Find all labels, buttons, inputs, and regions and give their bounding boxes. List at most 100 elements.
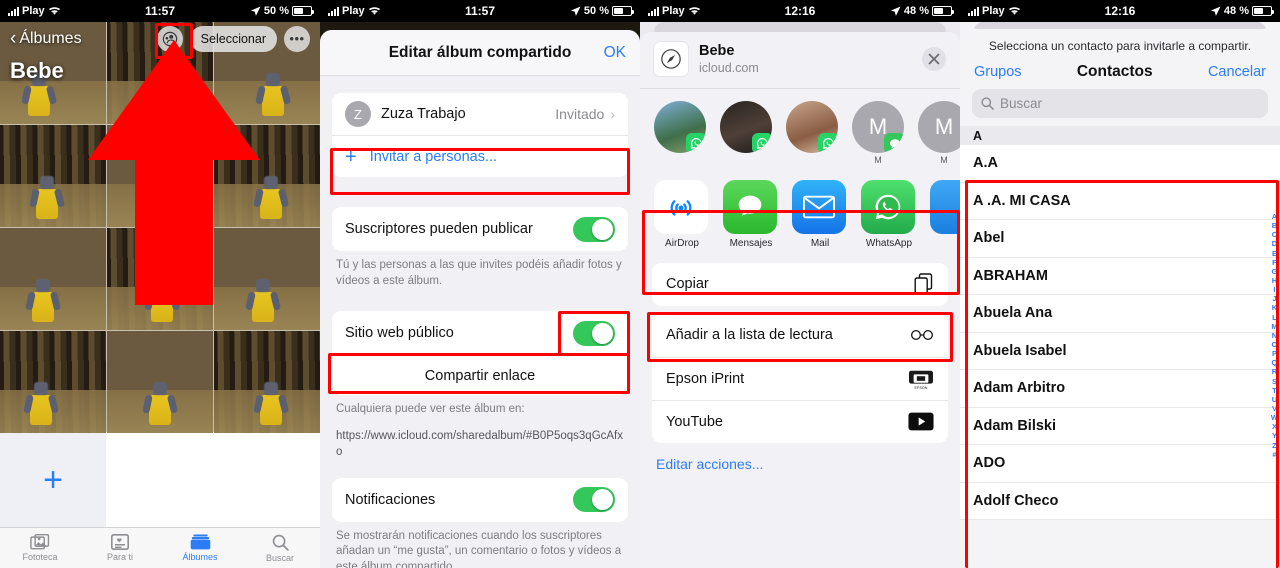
index-letter[interactable]: L [1272,313,1277,322]
index-letter[interactable]: Z [1272,441,1277,450]
more-options-button[interactable]: ••• [284,26,310,52]
index-letter[interactable]: C [1272,230,1277,239]
share-action-lista-lectura[interactable]: Añadir a la lista de lectura [652,314,948,357]
contact-row[interactable]: Adam Arbitro [960,370,1280,408]
person-suggestion[interactable]: M M [852,101,904,166]
index-letter[interactable]: T [1272,386,1277,395]
avatar: M [852,101,904,153]
share-apps-row[interactable]: AirDrop Mensajes Mail WhatsApp [640,172,960,255]
subscribers-can-post-label: Suscriptores pueden publicar [345,221,533,237]
person-suggestion[interactable] [654,101,706,166]
notifications-caption: Se mostrarán notificaciones cuando los s… [336,529,622,568]
public-website-row[interactable]: Sitio web público [332,311,628,356]
index-letter[interactable]: A [1272,212,1277,221]
index-letter[interactable]: E [1272,249,1277,258]
index-letter[interactable]: P [1272,349,1277,358]
index-letter[interactable]: H [1272,276,1277,285]
notifications-row[interactable]: Notificaciones [332,477,628,522]
subscribers-can-post-row[interactable]: Suscriptores pueden publicar [332,207,628,251]
person-suggestion[interactable]: M M [918,101,960,166]
index-letter[interactable]: S [1272,377,1277,386]
share-action-epson-iprint[interactable]: Epson iPrint EPSON [652,356,948,400]
index-letter[interactable]: D [1272,239,1277,248]
contact-row[interactable]: ADO [960,445,1280,483]
suggested-people-row[interactable]: M M M M [640,89,960,172]
tab-bar: Fototeca Para ti Álbumes Buscar [0,527,320,568]
whatsapp-icon [818,133,838,153]
subscribers-can-post-toggle[interactable] [573,216,615,242]
share-action-copiar[interactable]: Copiar [652,263,948,306]
photos-icon [30,534,50,550]
photo-cell[interactable] [107,331,213,433]
index-letter[interactable]: U [1272,395,1277,404]
share-app-mail[interactable]: Mail [792,179,848,249]
contact-row[interactable]: A .A. MI CASA [960,182,1280,220]
photo-cell[interactable] [0,331,106,433]
photo-cell[interactable] [214,331,320,433]
tab-label: Álbumes [182,552,218,562]
share-app-whatsapp[interactable]: WhatsApp [861,179,917,249]
notifications-toggle[interactable] [573,487,615,513]
index-letter[interactable]: X [1272,422,1277,431]
safari-compass-icon [654,42,688,76]
close-button[interactable] [922,47,946,71]
avatar: Z [345,101,371,127]
tab-buscar[interactable]: Buscar [240,528,320,568]
person-suggestion[interactable] [720,101,772,166]
albums-icon [190,534,210,550]
person-suggestion[interactable] [786,101,838,166]
index-letter[interactable]: G [1272,267,1278,276]
add-photos-cell[interactable]: + [0,433,106,527]
index-letter[interactable]: I [1273,285,1275,294]
index-letter[interactable]: J [1272,294,1276,303]
subscribers-group: Z Zuza Trabajo Invitado › + Invitar a pe… [332,93,628,177]
subscriber-row[interactable]: Z Zuza Trabajo Invitado › [332,93,628,135]
share-app-airdrop[interactable]: AirDrop [654,179,710,249]
groups-button[interactable]: Grupos [974,64,1022,80]
tab-para-ti[interactable]: Para ti [80,528,160,568]
index-letter[interactable]: R [1272,367,1277,376]
contact-row[interactable]: Abuela Ana [960,295,1280,333]
index-letter[interactable]: W [1271,413,1278,422]
contacts-list[interactable]: A.A A .A. MI CASA Abel ABRAHAM Abuela An… [960,145,1280,520]
share-action-youtube[interactable]: YouTube [652,399,948,443]
contact-row[interactable]: Adam Bilski [960,407,1280,445]
ok-button[interactable]: OK [604,44,626,62]
cancel-button[interactable]: Cancelar [1208,64,1266,80]
invite-people-row[interactable]: + Invitar a personas... [332,135,628,177]
index-letter[interactable]: M [1271,322,1277,331]
back-to-albums-button[interactable]: ‹ Álbumes [10,28,82,50]
contact-row[interactable]: Adolf Checo [960,482,1280,520]
share-app-more[interactable] [930,179,960,249]
screen-edit-shared-album: Play 11:57 50 % Editar álbum compartido … [320,0,640,568]
index-letter[interactable]: F [1272,258,1277,267]
index-letter[interactable]: N [1272,331,1277,340]
index-letter[interactable]: Q [1272,358,1278,367]
edit-actions-link[interactable]: Editar acciones... [640,443,960,485]
contacts-title: Contactos [1076,63,1153,80]
contact-row[interactable]: A.A [960,145,1280,183]
contact-row[interactable]: Abuela Isabel [960,332,1280,370]
index-letter[interactable]: K [1272,303,1277,312]
share-link-row[interactable]: Compartir enlace [332,355,628,396]
tab-fototeca[interactable]: Fototeca [0,528,80,568]
alphabet-index[interactable]: A B C D E F G H I J K L M N O P Q R S T [1271,212,1278,459]
search-field[interactable]: Buscar [972,89,1268,118]
index-letter[interactable]: B [1272,221,1277,230]
index-letter[interactable]: # [1272,450,1276,459]
tab-albumes[interactable]: Álbumes [160,528,240,568]
wifi-icon [1008,7,1020,15]
index-letter[interactable]: O [1272,340,1278,349]
share-actions-group: Añadir a la lista de lectura Epson iPrin… [652,313,948,443]
tab-label: Fototeca [22,552,58,562]
public-website-toggle[interactable] [573,320,615,346]
share-app-mensajes[interactable]: Mensajes [723,179,779,249]
contact-row[interactable]: ABRAHAM [960,257,1280,295]
status-bar-3: Play 12:16 48 % [640,0,960,22]
index-letter[interactable]: V [1272,404,1277,413]
contacts-hint: Selecciona un contacto para invitarle a … [988,39,1252,53]
annotation-arrow [88,40,260,305]
index-letter[interactable]: Y [1272,431,1277,440]
notifications-label: Notificaciones [345,491,436,508]
contact-row[interactable]: Abel [960,220,1280,258]
